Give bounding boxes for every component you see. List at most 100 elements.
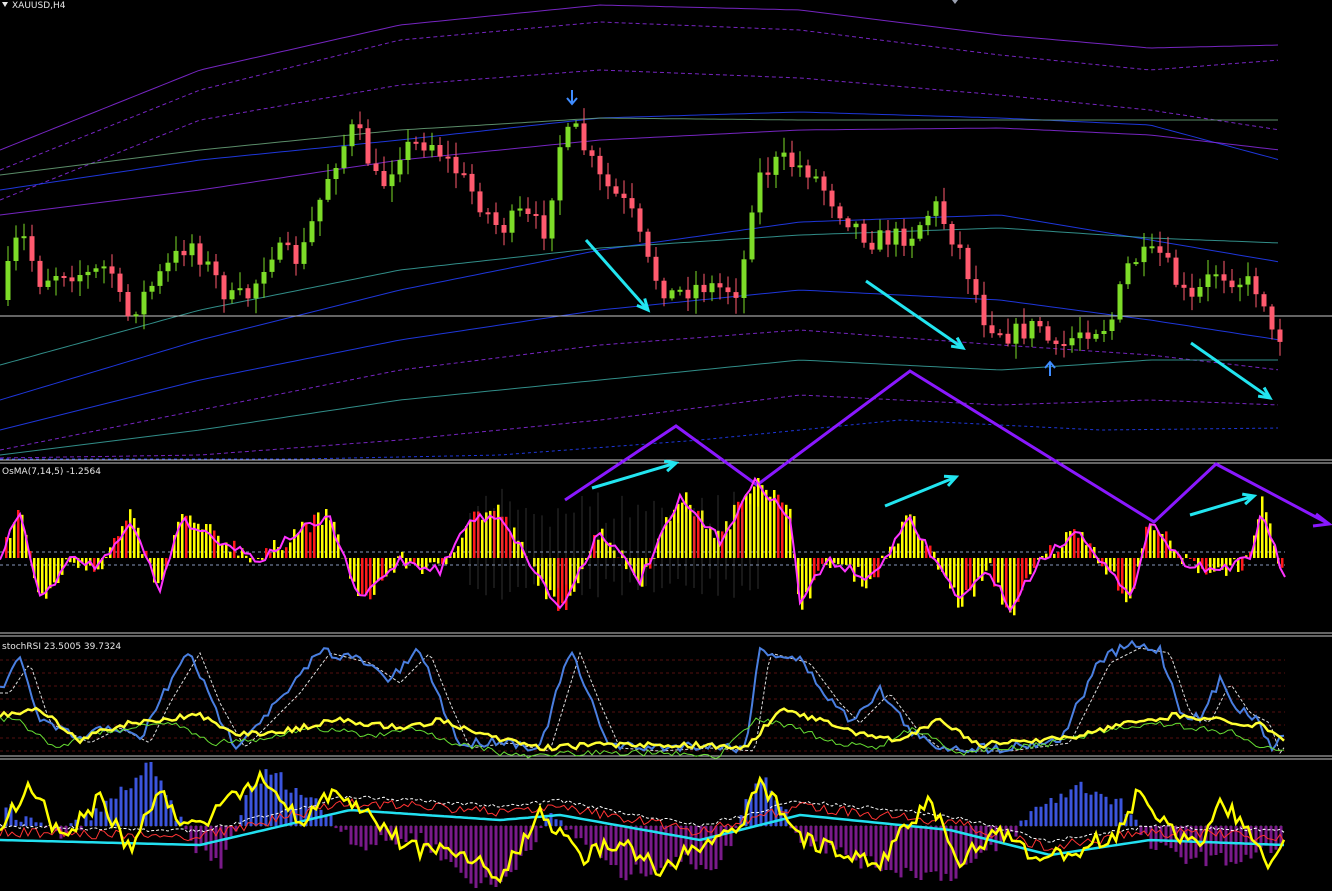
osma-histogram-bar bbox=[713, 537, 716, 558]
pane4-histogram-bar bbox=[229, 826, 233, 837]
pane4-histogram-bar bbox=[349, 826, 353, 845]
osma-histogram-bar bbox=[1061, 547, 1064, 558]
candle-body bbox=[1037, 321, 1043, 327]
envelope-band-line-1 bbox=[0, 4, 1279, 151]
osma-histogram-bar bbox=[1265, 512, 1268, 558]
osma-histogram-bar bbox=[365, 558, 368, 596]
pane4-histogram-bar bbox=[364, 826, 368, 851]
candle-body bbox=[229, 290, 235, 300]
osma-histogram-bar bbox=[497, 504, 500, 558]
candle-body bbox=[501, 225, 507, 233]
osma-histogram-bar bbox=[353, 558, 356, 582]
candle-body bbox=[1205, 274, 1211, 287]
candle-body bbox=[141, 291, 147, 315]
pane4-histogram-bar bbox=[1224, 826, 1228, 866]
pane4-histogram-bar bbox=[34, 822, 38, 826]
osma-histogram-bar bbox=[1185, 554, 1188, 558]
pane4-histogram-bar bbox=[814, 826, 818, 842]
candle-body bbox=[669, 290, 675, 299]
pane4-histogram-bar bbox=[344, 826, 348, 830]
pane4-histogram-bar bbox=[864, 826, 868, 856]
osma-histogram-bar bbox=[753, 486, 756, 558]
pane4-histogram-bar bbox=[564, 826, 568, 830]
osma-histogram-bar bbox=[553, 558, 556, 597]
candle-body bbox=[109, 266, 115, 274]
candle-body bbox=[1093, 334, 1099, 339]
candle-body bbox=[205, 261, 211, 265]
candle-body bbox=[133, 314, 139, 317]
osma-histogram-bar bbox=[537, 558, 540, 586]
candle-body bbox=[237, 288, 243, 291]
candle-body bbox=[1197, 287, 1203, 297]
candle-body bbox=[397, 160, 403, 175]
candle-body bbox=[77, 275, 83, 282]
pane4-histogram-bar bbox=[849, 826, 853, 861]
candle-body bbox=[221, 275, 227, 300]
candle-body bbox=[429, 145, 435, 151]
osma-histogram-bar bbox=[721, 531, 724, 558]
osma-histogram-bar bbox=[229, 551, 232, 558]
envelope-band-line-2 bbox=[0, 69, 1279, 201]
osma-histogram-bar bbox=[389, 558, 392, 569]
osma-histogram-bar bbox=[505, 516, 508, 558]
osma-signal-line bbox=[0, 476, 1286, 613]
pane4-histogram-bar bbox=[259, 783, 263, 826]
candle-body bbox=[757, 172, 763, 213]
candle-body bbox=[213, 261, 219, 276]
osma-histogram-bar bbox=[429, 558, 432, 563]
candle-body bbox=[53, 276, 59, 281]
pane4-histogram-bar bbox=[1129, 814, 1133, 826]
pane4-histogram-bar bbox=[244, 795, 248, 826]
osma-histogram-bar bbox=[461, 537, 464, 558]
osma-histogram-bar bbox=[957, 558, 960, 608]
pane4-histogram-bar bbox=[579, 826, 583, 839]
pane4-histogram-bar bbox=[419, 826, 423, 833]
pane4-histogram-bar bbox=[474, 826, 478, 888]
candle-body bbox=[765, 172, 771, 175]
pane4-histogram-bar bbox=[974, 826, 978, 859]
pane4-histogram-bar bbox=[69, 823, 73, 826]
osma-histogram-bar bbox=[377, 558, 380, 581]
pane4-histogram-bar bbox=[619, 826, 623, 878]
candle-body bbox=[405, 141, 411, 160]
candle-body bbox=[965, 247, 971, 280]
osma-histogram-bar bbox=[53, 558, 56, 583]
candle-body bbox=[1101, 331, 1107, 334]
candle-body bbox=[469, 173, 475, 192]
candle-body bbox=[1021, 323, 1027, 339]
candle-body bbox=[301, 242, 307, 264]
osma-histogram-bar bbox=[121, 526, 124, 558]
chart-window[interactable]: XAUUSD,H4 OsMA(7,14,5) -1.2564 stochRSI … bbox=[0, 0, 1332, 891]
candle-body bbox=[1253, 276, 1259, 295]
candle-body bbox=[949, 224, 955, 245]
envelope-band-line-4 bbox=[0, 127, 1279, 216]
pane4-histogram-bar bbox=[1119, 798, 1123, 826]
candle-body bbox=[1053, 340, 1059, 344]
pane4-histogram-bar bbox=[1049, 798, 1053, 826]
candle-body bbox=[933, 201, 939, 216]
osma-histogram-bar bbox=[1209, 558, 1212, 573]
candle-body bbox=[909, 238, 915, 246]
pane4-histogram-bar bbox=[1104, 796, 1108, 826]
candle-body bbox=[45, 280, 51, 287]
pane4-histogram-bar bbox=[414, 826, 418, 841]
candle-body bbox=[325, 179, 331, 200]
candle-body bbox=[733, 292, 739, 298]
candle-body bbox=[701, 284, 707, 293]
osma-histogram-bar bbox=[965, 558, 968, 591]
pane4-histogram-bar bbox=[914, 826, 918, 878]
osma-histogram-bar bbox=[361, 558, 364, 595]
candle-body bbox=[453, 156, 459, 174]
osma-histogram-bar bbox=[489, 510, 492, 558]
pane4-histogram-bar bbox=[274, 773, 278, 826]
candle-body bbox=[941, 201, 947, 224]
pane4-histogram-bar bbox=[1274, 826, 1278, 850]
triangle-down-icon[interactable] bbox=[2, 2, 8, 7]
candle-body bbox=[677, 289, 683, 292]
pane4-histogram-bar bbox=[99, 811, 103, 826]
osma-histogram-bar bbox=[205, 524, 208, 558]
chart-canvas[interactable] bbox=[0, 0, 1332, 891]
arrow-up-signal-icon bbox=[1044, 360, 1056, 376]
osma-histogram-bar bbox=[1025, 558, 1028, 579]
osma-histogram-bar bbox=[369, 558, 372, 600]
